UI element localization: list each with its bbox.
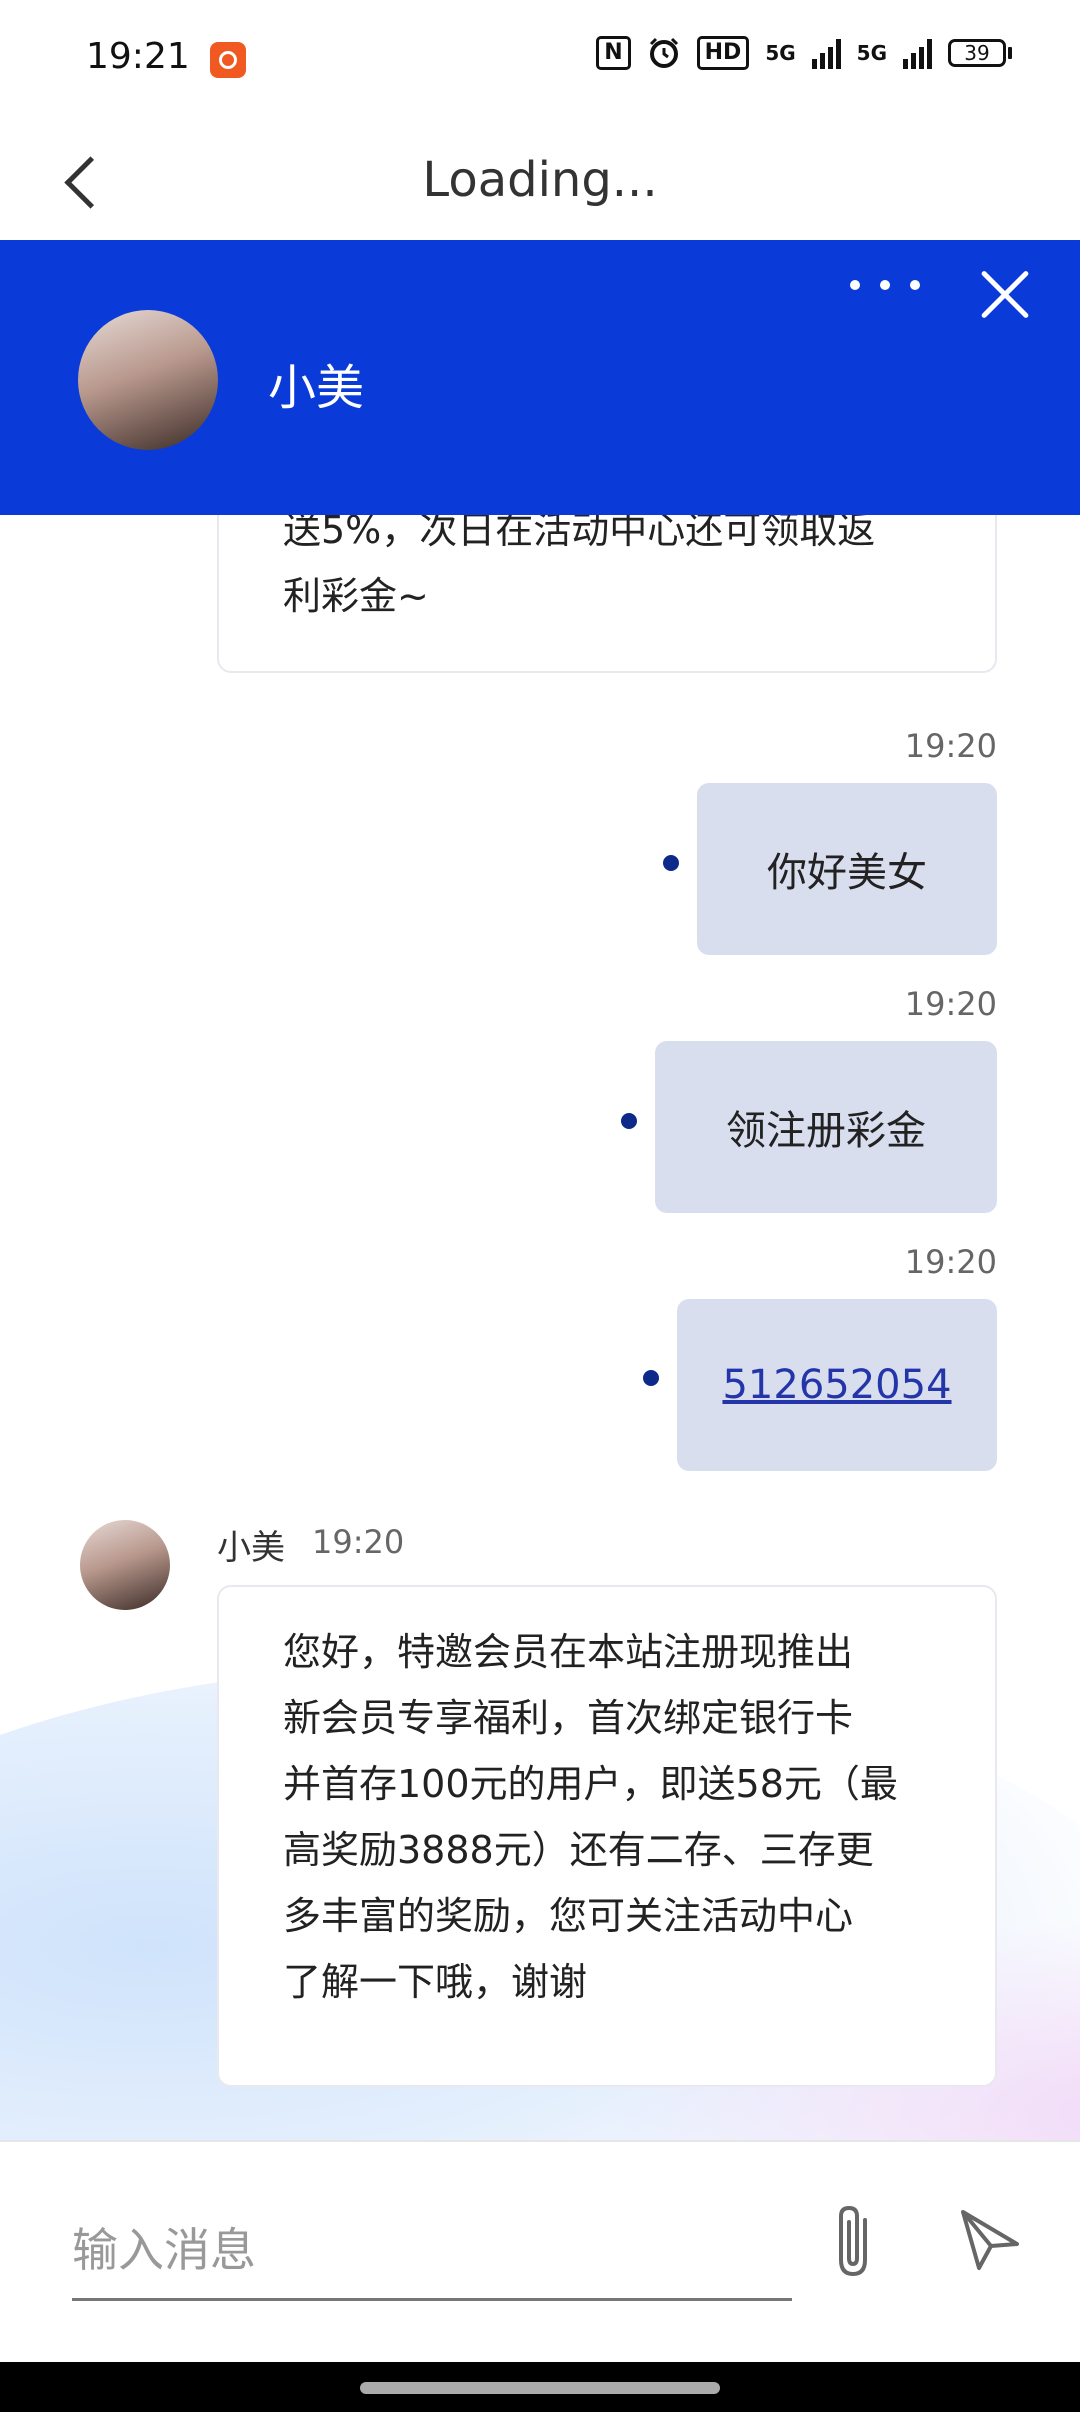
message-line: 了解一下哦，谢谢 (283, 1960, 588, 2004)
message-link[interactable]: 512652054 (722, 1362, 951, 1408)
outgoing-message: 领注册彩金 (655, 1041, 997, 1213)
message-line: 利彩金~ (283, 574, 429, 618)
message-timestamp: 19:20 (904, 1243, 997, 1281)
hd-icon: HD (696, 36, 750, 70)
input-bar (0, 2140, 1080, 2364)
message-timestamp: 19:20 (904, 727, 997, 765)
page-title: Loading... (422, 152, 658, 208)
message-line: 并首存100元的用户，即送58元（最 (283, 1762, 898, 1806)
status-bar: 19:21 N HD 5G 5G 39 (0, 0, 1080, 120)
battery-icon: 39 (948, 39, 1012, 67)
top-nav: Loading... (0, 120, 1080, 240)
sent-status-icon (663, 855, 679, 871)
incoming-message: 您好，特邀会员在本站注册现推出 新会员专享福利，首次绑定银行卡 并首存100元的… (217, 1585, 997, 2087)
message-line: 多丰富的奖励，您可关注活动中心 (283, 1894, 854, 1938)
message-timestamp: 19:20 (312, 1523, 405, 1561)
signal-label-2: 5G (856, 41, 887, 65)
system-nav-bar (0, 2362, 1080, 2412)
more-icon[interactable] (850, 270, 920, 300)
signal-bars-2-icon (903, 37, 932, 69)
sender-name: 小美 (217, 1528, 285, 1568)
app-notification-icon (210, 42, 246, 78)
paperclip-icon[interactable] (825, 2202, 885, 2282)
sent-status-icon (643, 1370, 659, 1386)
message-line: 高奖励3888元）还有二存、三存更 (283, 1828, 874, 1872)
status-time: 19:21 (86, 36, 190, 77)
message-text: 领注册彩金 (726, 1108, 926, 1154)
message-input[interactable] (72, 2202, 792, 2301)
alarm-icon (649, 37, 678, 68)
message-line: 新会员专享福利，首次绑定银行卡 (283, 1696, 854, 1740)
message-list[interactable]: 送5%，次日在活动中心还可领取返 利彩金~ 19:20 你好美女 19:20 领… (0, 515, 1080, 2140)
message-line: 您好，特邀会员在本站注册现推出 (283, 1630, 854, 1674)
close-icon[interactable] (975, 265, 1035, 325)
message-line: 送5%，次日在活动中心还可领取返 (283, 515, 876, 552)
message-text: 你好美女 (767, 850, 927, 896)
outgoing-message: 你好美女 (697, 783, 997, 955)
message-timestamp: 19:20 (904, 985, 997, 1023)
send-icon[interactable] (955, 2204, 1025, 2274)
signal-label-1: 5G (765, 41, 796, 65)
nfc-icon: N (596, 36, 631, 70)
battery-level: 39 (948, 39, 1006, 67)
sender-avatar[interactable] (80, 1520, 170, 1610)
incoming-message-partial: 送5%，次日在活动中心还可领取返 利彩金~ (217, 515, 997, 673)
agent-name: 小美 (268, 360, 365, 416)
status-icons: N HD 5G 5G 39 (596, 36, 1012, 70)
sent-status-icon (621, 1113, 637, 1129)
home-indicator[interactable] (360, 2382, 720, 2394)
outgoing-message: 512652054 (677, 1299, 997, 1471)
agent-avatar (78, 310, 218, 450)
signal-bars-1-icon (811, 37, 841, 69)
chat-header: 小美 (0, 240, 1080, 515)
